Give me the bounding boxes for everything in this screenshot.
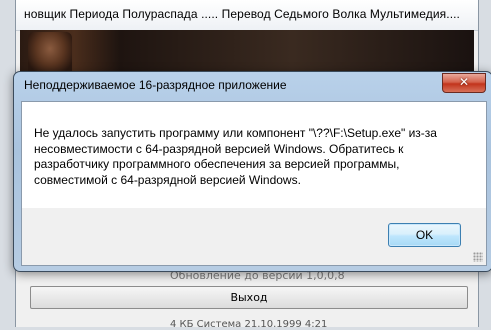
installer-banner: [20, 30, 474, 74]
ok-button[interactable]: OK: [388, 223, 461, 247]
resize-grip-icon[interactable]: [473, 252, 483, 262]
banner-character-image: [28, 32, 72, 74]
dialog-title: Неподдерживаемое 16-разрядное приложение: [24, 78, 287, 92]
file-info-text: 4 КБ Система 21.10.1999 4:21: [170, 319, 328, 330]
error-dialog: Неподдерживаемое 16-разрядное приложение…: [13, 71, 491, 272]
close-icon: ✕: [458, 75, 470, 89]
error-message: Не удалось запустить программу или компо…: [34, 126, 437, 187]
dialog-body: Не удалось запустить программу или компо…: [21, 101, 487, 266]
installer-title-bar: новщик Периода Полураспада ..... Перевод…: [16, 0, 478, 31]
exit-button[interactable]: Выход: [30, 286, 468, 309]
message-area: Не удалось запустить программу или компо…: [22, 102, 486, 208]
close-button[interactable]: ✕: [442, 73, 486, 93]
installer-title: новщик Периода Полураспада ..... Перевод…: [24, 7, 460, 21]
